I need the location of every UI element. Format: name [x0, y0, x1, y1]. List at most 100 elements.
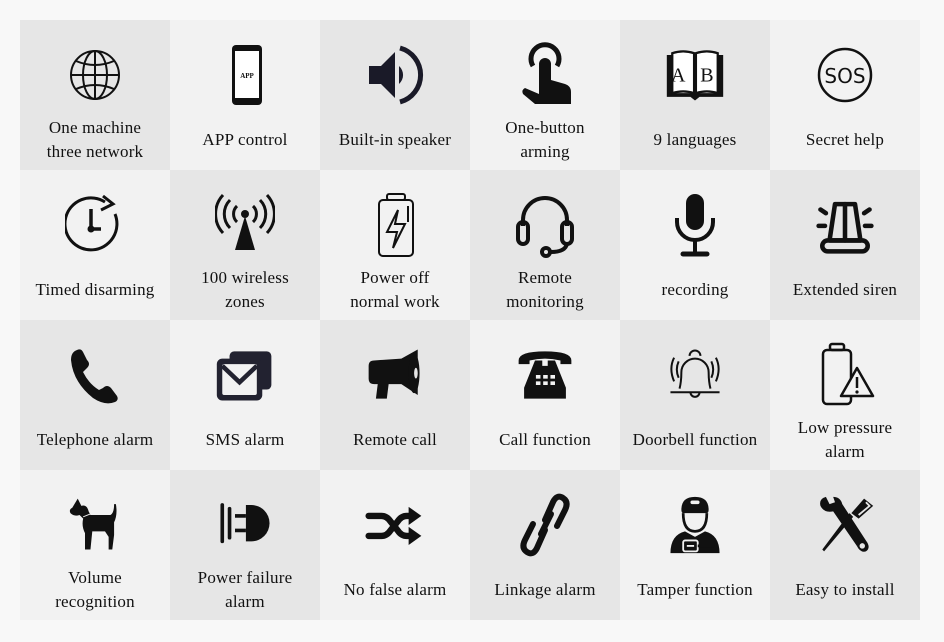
envelopes-icon-graphic	[216, 351, 272, 401]
microphone-icon-graphic	[675, 194, 715, 257]
clock-refresh-icon-graphic	[65, 194, 119, 252]
feature-tile: Extended siren	[770, 170, 920, 320]
feature-tile: No false alarm	[320, 470, 470, 620]
touch-finger-icon-graphic	[522, 42, 571, 104]
microphone-icon	[665, 192, 725, 258]
feature-label: One machine three network	[46, 118, 144, 161]
antenna-signal-icon	[215, 192, 275, 258]
feature-tile: recording	[620, 170, 770, 320]
feature-label: 9 languages	[653, 130, 737, 149]
sos-icon: SOS	[815, 42, 875, 108]
technician-icon-graphic	[670, 496, 720, 554]
phone-handset-icon	[65, 342, 125, 408]
open-book-icon-graphic: A B	[666, 50, 724, 101]
shuffle-arrows-icon	[365, 492, 425, 558]
headset-icon-graphic	[516, 196, 574, 258]
siren-light-icon-graphic	[816, 201, 874, 254]
dog-icon	[65, 492, 125, 558]
feature-tile: 100 wireless zones	[170, 170, 320, 320]
feature-tile: Remote monitoring	[470, 170, 620, 320]
feature-tile: SMS alarm	[170, 320, 320, 470]
wrench-screwdriver-icon-graphic	[820, 496, 874, 552]
feature-label: Extended siren	[792, 280, 898, 299]
feature-label: Doorbell function	[632, 430, 758, 449]
phone-handset-icon-graphic	[71, 349, 118, 404]
feature-tile: Tamper function	[620, 470, 770, 620]
dog-icon-graphic	[69, 498, 117, 550]
feature-label: Volume recognition	[55, 568, 135, 611]
power-plug-icon-graphic	[220, 503, 270, 544]
ringing-bell-icon	[665, 342, 725, 408]
feature-tile: SOS Secret help	[770, 20, 920, 170]
feature-label: One-button arming	[505, 118, 585, 161]
icon-text: APP	[240, 72, 254, 80]
feature-tile: Linkage alarm	[470, 470, 620, 620]
feature-label: Built-in speaker	[338, 130, 452, 149]
desk-telephone-icon-graphic	[518, 351, 572, 399]
wrench-screwdriver-icon	[815, 492, 875, 558]
feature-label: APP control	[202, 130, 288, 149]
ringing-bell-icon-graphic	[670, 349, 720, 398]
feature-tile: Power failure alarm	[170, 470, 320, 620]
low-battery-warning-icon-graphic	[821, 342, 875, 406]
power-plug-icon	[215, 492, 275, 558]
feature-label: Linkage alarm	[494, 580, 596, 599]
feature-tile: One machine three network	[20, 20, 170, 170]
feature-label: No false alarm	[343, 580, 447, 599]
feature-label: Secret help	[805, 130, 885, 149]
shuffle-arrows-icon-graphic	[365, 506, 422, 545]
low-battery-warning-icon	[815, 342, 875, 408]
headset-icon	[515, 192, 575, 258]
sos-icon-graphic: SOS	[817, 47, 873, 103]
chain-link-icon	[515, 492, 575, 558]
feature-tile: Timed disarming	[20, 170, 170, 320]
feature-tile: Power off normal work	[320, 170, 470, 320]
speaker-icon	[365, 42, 425, 108]
feature-label: Telephone alarm	[36, 430, 154, 449]
feature-tile: Remote call	[320, 320, 470, 470]
clock-refresh-icon	[65, 192, 125, 258]
antenna-signal-icon-graphic	[215, 193, 275, 250]
feature-label: Remote call	[353, 430, 437, 449]
feature-tile: Call function	[470, 320, 620, 470]
feature-grid: One machine three network APP APP control B…	[20, 20, 920, 620]
envelopes-icon	[215, 342, 275, 408]
feature-label: Easy to install	[795, 580, 895, 599]
feature-label: recording	[661, 280, 729, 299]
feature-tile: APP APP control	[170, 20, 320, 170]
feature-tile: Low pressure alarm	[770, 320, 920, 470]
feature-tile: Built-in speaker	[320, 20, 470, 170]
feature-tile: Volume recognition	[20, 470, 170, 620]
feature-label: Low pressure alarm	[797, 418, 893, 461]
siren-light-icon	[815, 192, 875, 258]
feature-label: 100 wireless zones	[201, 268, 289, 311]
feature-tile: A B 9 languages	[620, 20, 770, 170]
globe-icon-graphic	[70, 50, 120, 100]
battery-charging-icon-graphic	[378, 193, 414, 257]
feature-label: Remote monitoring	[506, 268, 584, 311]
smartphone-app-icon-graphic: APP	[232, 45, 262, 105]
feature-label: Timed disarming	[35, 280, 155, 299]
feature-label: Power failure alarm	[197, 568, 293, 611]
technician-icon	[665, 492, 725, 558]
feature-label: Power off normal work	[350, 268, 440, 311]
feature-tile: Doorbell function	[620, 320, 770, 470]
feature-label: Tamper function	[637, 580, 753, 599]
icon-text: A B	[671, 64, 719, 86]
desk-telephone-icon	[515, 342, 575, 408]
speaker-icon-graphic	[369, 45, 424, 105]
smartphone-app-icon: APP	[215, 42, 275, 108]
megaphone-icon-graphic	[368, 349, 420, 399]
feature-tile: Easy to install	[770, 470, 920, 620]
icon-text: SOS	[824, 64, 865, 88]
touch-finger-icon	[515, 42, 575, 108]
feature-tile: Telephone alarm	[20, 320, 170, 470]
open-book-icon: A B	[665, 42, 725, 108]
megaphone-icon	[365, 342, 425, 408]
globe-icon	[65, 42, 125, 108]
feature-label: Call function	[499, 430, 591, 449]
chain-link-icon-graphic	[520, 493, 570, 557]
feature-label: SMS alarm	[205, 430, 285, 449]
battery-charging-icon	[365, 192, 425, 258]
feature-tile: One-button arming	[470, 20, 620, 170]
